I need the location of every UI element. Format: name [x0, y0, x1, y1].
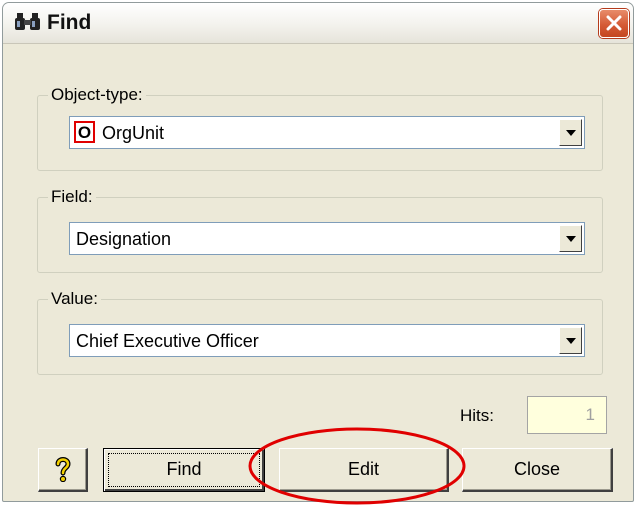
value-value: Chief Executive Officer [76, 331, 259, 351]
chevron-down-icon [566, 236, 576, 242]
window-title: Find [47, 11, 92, 34]
field-select[interactable]: Designation [69, 222, 585, 255]
field-value: Designation [76, 229, 172, 249]
value-dropdown-button[interactable] [559, 327, 582, 354]
help-button[interactable] [38, 448, 88, 492]
find-button[interactable]: Find [103, 448, 265, 492]
title-bar[interactable]: Find [3, 3, 633, 44]
help-icon [55, 457, 71, 483]
chevron-down-icon [566, 338, 576, 344]
find-dialog: Find Object-type: O OrgUnit Field: Desig… [2, 2, 634, 502]
close-button[interactable]: Close [462, 448, 613, 492]
binoculars-icon [14, 12, 42, 34]
value-select[interactable]: Chief Executive Officer [69, 324, 585, 357]
field-dropdown-button[interactable] [559, 225, 582, 252]
close-icon [606, 15, 622, 31]
chevron-down-icon [566, 130, 576, 136]
orgunit-type-icon: O [74, 121, 95, 143]
hits-count: 1 [527, 396, 607, 434]
close-window-button[interactable] [599, 9, 629, 38]
object-type-dropdown-button[interactable] [559, 119, 582, 146]
object-type-value: OrgUnit [102, 123, 165, 143]
value-label: Value: [48, 289, 101, 309]
hits-label: Hits: [460, 406, 494, 425]
object-type-label: Object-type: [48, 85, 146, 105]
object-type-select[interactable]: O OrgUnit [69, 116, 585, 149]
edit-button[interactable]: Edit [279, 448, 449, 492]
field-label: Field: [48, 187, 96, 207]
